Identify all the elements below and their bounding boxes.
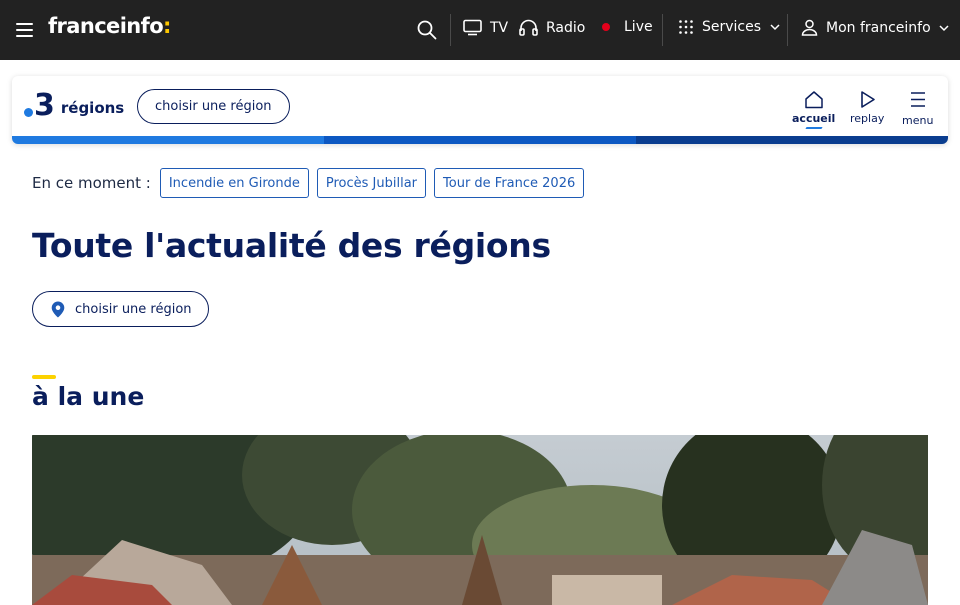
search-icon[interactable] (416, 19, 438, 41)
top-navigation-bar: franceinfo: TV Radio Live Services Mon f… (0, 0, 960, 60)
tv-icon (463, 19, 482, 36)
nav-replay[interactable]: replay (850, 90, 884, 125)
active-indicator (805, 127, 823, 129)
regions-header: 3 régions choisir une région accueil rep… (12, 76, 948, 144)
nav-radio[interactable]: Radio (519, 19, 585, 36)
nav-live[interactable]: Live (602, 19, 653, 35)
choose-region-button-label: choisir une région (75, 301, 192, 317)
trending-tag[interactable]: Procès Jubillar (316, 168, 427, 198)
france3-regions-logo[interactable]: 3 régions (24, 90, 124, 122)
section-title-a-la-une: à la une (32, 382, 145, 411)
choose-region-button[interactable]: choisir une région (32, 291, 209, 327)
choose-region-label: choisir une région (155, 99, 272, 114)
nav-services[interactable]: Services (678, 19, 781, 35)
home-icon (804, 91, 823, 109)
logo-text: franceinfo (48, 14, 164, 38)
logo-number: 3 (34, 88, 55, 123)
franceinfo-logo[interactable]: franceinfo: (48, 14, 171, 38)
logo-dot (24, 107, 33, 117)
play-icon (861, 91, 875, 108)
nav-accueil[interactable]: accueil (792, 90, 835, 129)
nav-live-label: Live (624, 19, 653, 35)
trending-topics: En ce moment : Incendie en Gironde Procè… (32, 168, 592, 198)
nav-menu[interactable]: menu (902, 90, 933, 127)
stripe-segment (636, 136, 948, 144)
nav-services-label: Services (702, 19, 762, 35)
separator (662, 14, 663, 46)
section-accent-bar (32, 375, 56, 379)
nav-tv-label: TV (490, 19, 509, 36)
location-pin-icon (51, 301, 65, 317)
nav-menu-label: menu (902, 114, 934, 127)
nav-account-label: Mon franceinfo (826, 19, 931, 36)
logo-colon: : (163, 14, 171, 38)
menu-icon (910, 92, 925, 107)
user-icon (801, 19, 818, 36)
nav-tv[interactable]: TV (463, 19, 508, 36)
stripe-segment (324, 136, 636, 144)
nav-replay-label: replay (850, 112, 885, 125)
grid-icon (679, 20, 693, 34)
separator (787, 14, 788, 46)
trending-tag[interactable]: Tour de France 2026 (434, 168, 585, 198)
headline-article-image[interactable] (32, 435, 928, 605)
logo-word: régions (60, 99, 125, 117)
nav-account[interactable]: Mon franceinfo (801, 19, 950, 36)
choose-region-pill-button[interactable]: choisir une région (137, 89, 290, 124)
headphones-icon (519, 19, 538, 36)
nav-radio-label: Radio (546, 19, 586, 36)
hamburger-menu-icon[interactable] (16, 23, 33, 37)
trending-lead: En ce moment : (32, 174, 151, 192)
headline-photo (32, 435, 928, 605)
chevron-down-icon (939, 24, 949, 31)
live-dot-icon (602, 23, 610, 31)
separator (450, 14, 451, 46)
chevron-down-icon (770, 24, 780, 31)
nav-accueil-label: accueil (792, 112, 836, 125)
stripe-segment (12, 136, 324, 144)
color-stripe (12, 136, 948, 144)
trending-tag[interactable]: Incendie en Gironde (159, 168, 309, 198)
page-title: Toute l'actualité des régions (32, 226, 551, 265)
